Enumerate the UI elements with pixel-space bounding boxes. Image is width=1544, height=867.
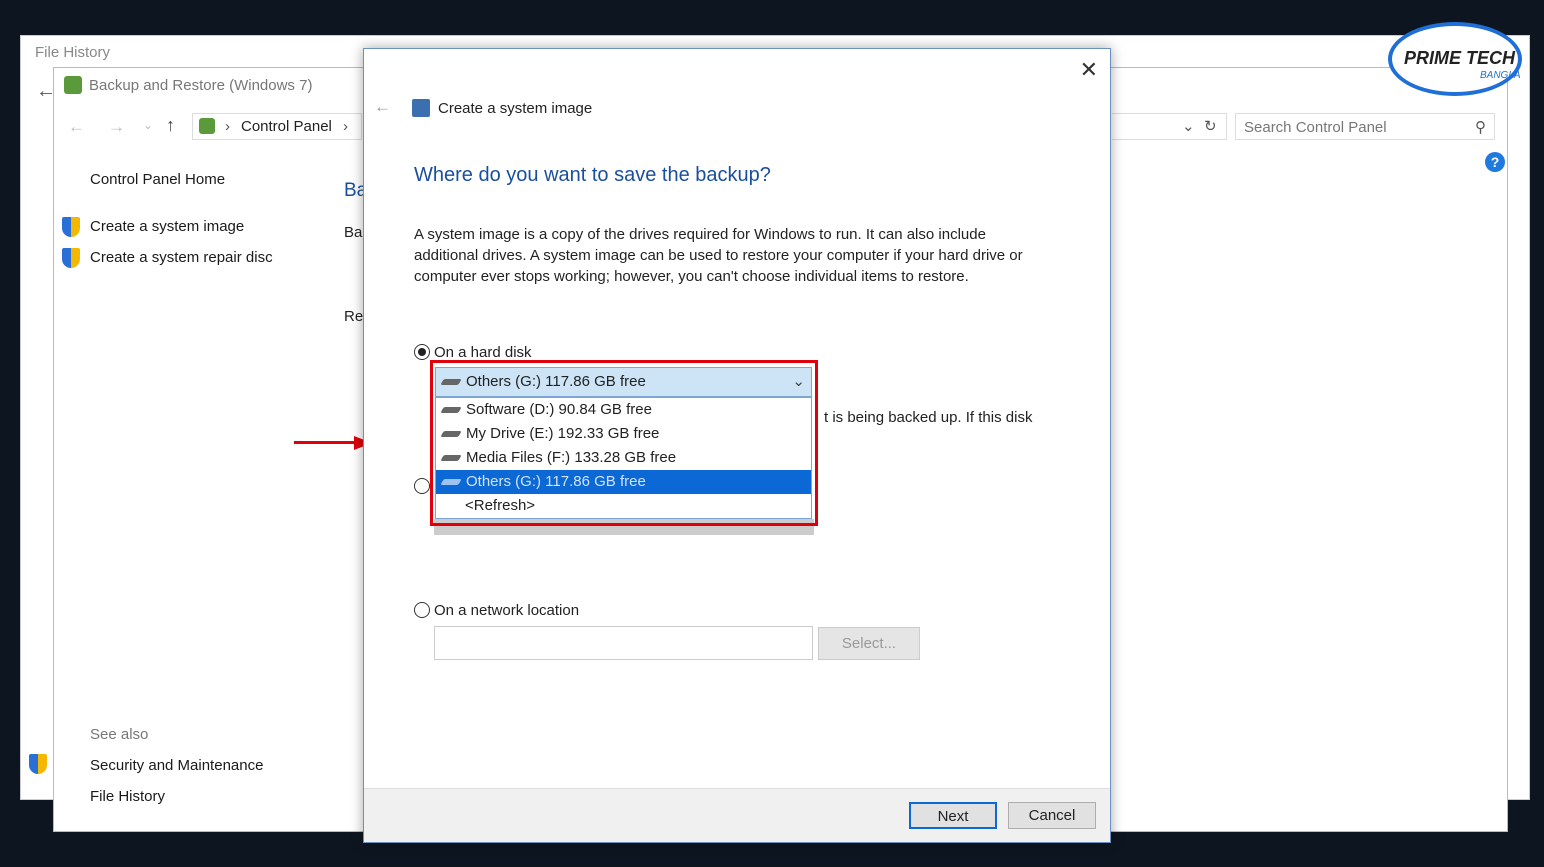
help-icon[interactable]: ?	[1485, 152, 1505, 172]
red-arrow	[294, 441, 358, 444]
dialog-heading: Where do you want to save the backup?	[414, 164, 771, 186]
file-history-title: File History	[35, 44, 111, 61]
search-icon: ⚲	[1475, 119, 1486, 136]
see-also-label: See also	[90, 726, 149, 743]
backup-icon	[64, 76, 82, 94]
search-box[interactable]: Search Control Panel ⚲	[1235, 113, 1495, 140]
refresh-icon[interactable]: ↻	[1204, 117, 1217, 135]
drive-option-selected[interactable]: Others (G:) 117.86 GB free	[436, 470, 811, 494]
breadcrumb-control-panel[interactable]: Control Panel	[241, 118, 332, 135]
close-icon[interactable]: ✕	[1080, 57, 1098, 83]
dvd-radio[interactable]	[414, 478, 430, 494]
drive-option[interactable]: Media Files (F:) 133.28 GB free	[436, 446, 811, 470]
drive-icon	[440, 431, 462, 438]
drive-dropdown-list: Software (D:) 90.84 GB free My Drive (E:…	[435, 397, 812, 519]
select-button[interactable]: Select...	[818, 627, 920, 660]
nav-back-icon[interactable]: ←	[68, 117, 85, 137]
see-also-security[interactable]: Security and Maintenance	[90, 757, 263, 774]
recent-chevron-icon[interactable]: ⌄	[143, 118, 153, 132]
dialog-title: Create a system image	[438, 100, 593, 117]
nav-forward-icon[interactable]: →	[108, 117, 125, 137]
control-panel-icon	[199, 118, 215, 134]
drive-option[interactable]: Software (D:) 90.84 GB free	[436, 398, 811, 422]
option-label: Software (D:) 90.84 GB free	[466, 401, 652, 418]
drive-icon	[440, 407, 462, 414]
dialog-footer: Next Cancel	[364, 788, 1110, 842]
network-label[interactable]: On a network location	[434, 602, 579, 619]
system-image-icon	[412, 99, 430, 117]
dialog-description: A system image is a copy of the drives r…	[414, 226, 1023, 285]
chevron-down-icon[interactable]: ⌄	[792, 368, 805, 396]
window-title: Backup and Restore (Windows 7)	[89, 77, 313, 94]
next-button[interactable]: Next	[909, 802, 997, 829]
address-bar-end[interactable]: ⌄ ↻	[1112, 113, 1227, 140]
dialog-back-icon[interactable]: ←	[374, 97, 391, 117]
logo-text: PRIME TECH	[1404, 48, 1516, 68]
sidebar-control-panel-home[interactable]: Control Panel Home	[90, 171, 225, 188]
address-bar[interactable]: › Control Panel ›	[192, 113, 362, 140]
up-icon[interactable]: ↑	[166, 115, 175, 136]
shield-icon	[62, 217, 80, 237]
drive-icon	[440, 479, 462, 486]
drive-option[interactable]: My Drive (E:) 192.33 GB free	[436, 422, 811, 446]
shield-icon	[29, 754, 47, 774]
shield-icon	[62, 248, 80, 268]
content-fragment: Ba	[344, 224, 363, 241]
prime-tech-logo: PRIME TECH BANGLA	[1388, 22, 1522, 96]
search-input[interactable]: Search Control Panel	[1244, 119, 1387, 136]
partial-description: t is being backed up. If this disk	[824, 409, 1033, 426]
hard-disk-label[interactable]: On a hard disk	[434, 344, 532, 361]
see-also-file-history[interactable]: File History	[90, 788, 165, 805]
option-label: Media Files (F:) 133.28 GB free	[466, 449, 677, 466]
sidebar-create-system-image[interactable]: Create a system image	[90, 218, 244, 235]
option-label: Others (G:) 117.86 GB free	[466, 473, 646, 490]
cancel-button[interactable]: Cancel	[1008, 802, 1096, 829]
drive-icon	[440, 455, 462, 462]
drive-select[interactable]: Others (G:) 117.86 GB free ⌄	[435, 367, 812, 397]
content-fragment: Re	[344, 308, 364, 325]
dropdown-chevron-icon[interactable]: ⌄	[1182, 117, 1195, 135]
logo-subtext: BANGLA	[1480, 70, 1521, 81]
drive-icon	[440, 379, 462, 386]
network-radio[interactable]	[414, 602, 430, 618]
selected-drive: Others (G:) 117.86 GB free	[466, 373, 646, 390]
network-path-input[interactable]	[434, 626, 813, 660]
refresh-option[interactable]: <Refresh>	[436, 494, 811, 518]
sidebar-create-repair-disc[interactable]: Create a system repair disc	[90, 249, 273, 266]
option-label: My Drive (E:) 192.33 GB free	[466, 425, 660, 442]
hard-disk-radio[interactable]	[414, 344, 430, 360]
